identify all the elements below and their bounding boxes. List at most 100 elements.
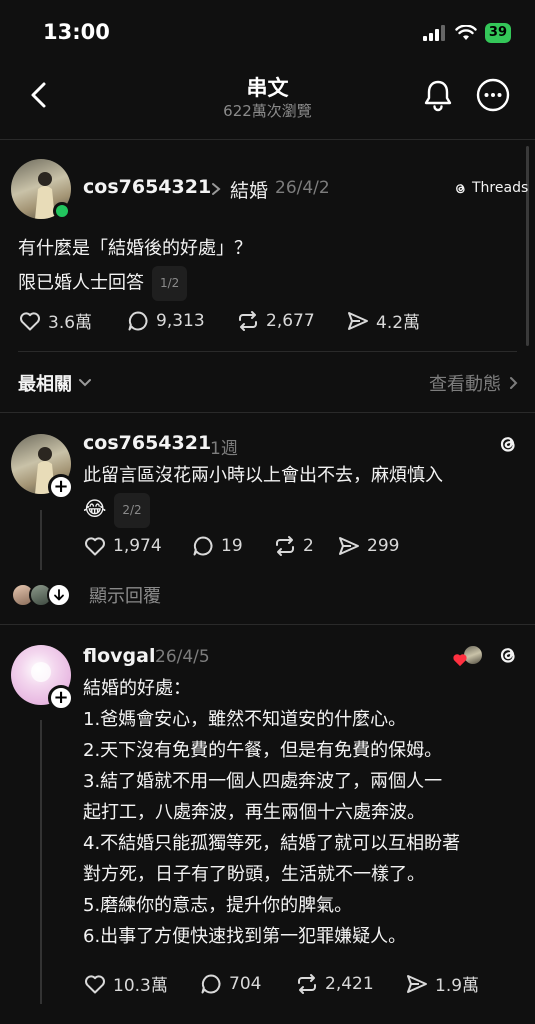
battery-indicator: 39	[484, 23, 511, 43]
share-button[interactable]: 4.2萬	[346, 308, 420, 333]
like-button[interactable]: 3.6萬	[18, 308, 126, 333]
liked-by-author[interactable]	[452, 644, 486, 668]
share-icon	[348, 311, 368, 330]
laughing-emoji: 😂	[83, 496, 107, 521]
online-dot	[53, 202, 71, 220]
author-username[interactable]: cos7654321	[83, 176, 211, 198]
repost-button[interactable]: 2	[273, 534, 337, 558]
chevron-right-icon	[212, 183, 221, 195]
reply-actions: 1,974 19 2 299	[83, 534, 399, 558]
heart-icon	[20, 311, 40, 330]
threads-icon	[456, 183, 465, 193]
signal-icon	[422, 25, 445, 41]
view-activity-label: 查看動態	[429, 374, 501, 395]
repost-icon	[239, 310, 257, 331]
like-button[interactable]: 1,974	[83, 534, 191, 558]
follow-button[interactable]: +	[48, 685, 74, 711]
reply-username[interactable]: cos7654321	[83, 432, 211, 454]
heart-icon	[85, 537, 105, 556]
wifi-icon	[455, 25, 477, 40]
plus-icon: +	[53, 687, 69, 708]
like-button[interactable]: 10.3萬	[83, 971, 199, 996]
share-icon	[407, 974, 427, 993]
reply-line: 起打工，八處奔波，再生兩個十六處奔波。	[83, 802, 425, 823]
heart-icon	[85, 974, 105, 993]
show-replies-row[interactable]: 顯示回覆	[11, 582, 161, 608]
follow-button[interactable]: +	[48, 474, 74, 500]
post-text-line-2-text: 限已婚人士回答	[18, 272, 144, 294]
reply-line: 4.不結婚只能孤獨等死，結婚了就可以互相盼著	[83, 833, 461, 854]
reply-line: 2.天下沒有免費的午餐，但是有免費的保姆。	[83, 740, 443, 761]
page-badge: 2/2	[114, 493, 150, 528]
view-count: 622萬次瀏覽	[223, 102, 312, 120]
more-icon	[476, 78, 510, 112]
share-button[interactable]: 1.9萬	[405, 971, 479, 996]
reply-actions: 10.3萬 704 2,421 1.9萬	[83, 971, 479, 996]
chevron-down-icon	[79, 379, 91, 387]
threads-icon[interactable]	[496, 432, 520, 456]
divider	[18, 351, 517, 352]
reply-text-line-2: 😂 2/2	[83, 493, 150, 528]
reply-date: 26/4/5	[155, 647, 210, 667]
comment-icon	[193, 536, 213, 556]
sort-selector[interactable]: 最相關	[18, 370, 92, 396]
reply-line: 5.磨練你的意志，提升你的脾氣。	[83, 895, 353, 916]
down-arrow-icon	[47, 583, 71, 607]
thread-line	[40, 510, 42, 570]
repost-count: 2	[303, 536, 314, 556]
view-activity-link[interactable]: 查看動態	[429, 370, 519, 396]
threads-link[interactable]: Threads	[453, 180, 528, 196]
top-nav: 串文 622萬次瀏覽	[0, 62, 535, 140]
reply-text: 此留言區沒花兩小時以上會出不去，麻煩慎入	[83, 465, 443, 486]
comment-button[interactable]: 19	[191, 534, 273, 558]
repost-count: 2,677	[266, 310, 315, 331]
reply-username[interactable]: flovgal	[83, 645, 155, 667]
post-text-line-1: 有什麼是「結婚後的好處」？	[18, 238, 252, 259]
reply-time: 1週	[210, 439, 238, 459]
page-title: 串文	[246, 76, 289, 100]
show-replies-label: 顯示回覆	[89, 586, 161, 607]
notification-button[interactable]	[422, 78, 454, 112]
comment-button[interactable]: 9,313	[126, 309, 236, 333]
comment-count: 9,313	[156, 310, 205, 331]
repost-icon	[276, 536, 294, 556]
topic-tag[interactable]: 結婚	[230, 176, 268, 203]
more-options-button[interactable]	[476, 78, 510, 112]
reply-line: 結婚的好處：	[83, 678, 191, 699]
comment-count: 19	[221, 536, 243, 556]
like-count: 3.6萬	[48, 313, 93, 333]
post-actions: 3.6萬 9,313 2,677 4.2萬	[18, 308, 420, 333]
repost-button[interactable]: 2,421	[295, 972, 405, 996]
comment-icon	[128, 311, 148, 330]
sort-label: 最相關	[18, 374, 72, 395]
like-count: 10.3萬	[113, 976, 168, 996]
status-bar: 13:00 39	[0, 0, 535, 62]
scrollbar[interactable]	[526, 146, 529, 346]
threads-icon[interactable]	[496, 643, 520, 667]
page-badge: 1/2	[152, 266, 188, 301]
heart-filled-icon	[453, 654, 467, 667]
status-time: 13:00	[43, 20, 110, 44]
reply-line: 6.出事了方便快速找到第一犯罪嫌疑人。	[83, 926, 407, 947]
reply-line: 對方死，日子有了盼頭，生活就不一樣了。	[83, 864, 425, 885]
chevron-right-icon	[510, 377, 518, 389]
repost-count: 2,421	[325, 973, 374, 994]
share-icon	[339, 537, 359, 555]
reply-line: 1.爸媽會安心，雖然不知道安的什麼心。	[83, 709, 407, 730]
divider	[0, 412, 535, 413]
repost-button[interactable]: 2,677	[236, 309, 346, 333]
like-count: 1,974	[113, 536, 162, 556]
thread-line	[40, 720, 42, 1004]
bell-icon	[424, 80, 452, 112]
share-button[interactable]: 299	[337, 534, 399, 558]
share-count: 1.9萬	[435, 976, 480, 996]
post-date: 26/4/2	[275, 178, 330, 198]
divider	[0, 624, 535, 625]
post-text-line-2: 限已婚人士回答 1/2	[18, 266, 188, 301]
comment-button[interactable]: 704	[199, 972, 295, 996]
comment-icon	[201, 974, 221, 993]
status-icons: 39	[422, 23, 511, 43]
reply-body: 結婚的好處： 1.爸媽會安心，雖然不知道安的什麼心。 2.天下沒有免費的午餐，但…	[83, 673, 523, 952]
threads-label: Threads	[472, 180, 529, 196]
reply-line: 3.結了婚就不用一個人四處奔波了，兩個人一	[83, 771, 443, 792]
